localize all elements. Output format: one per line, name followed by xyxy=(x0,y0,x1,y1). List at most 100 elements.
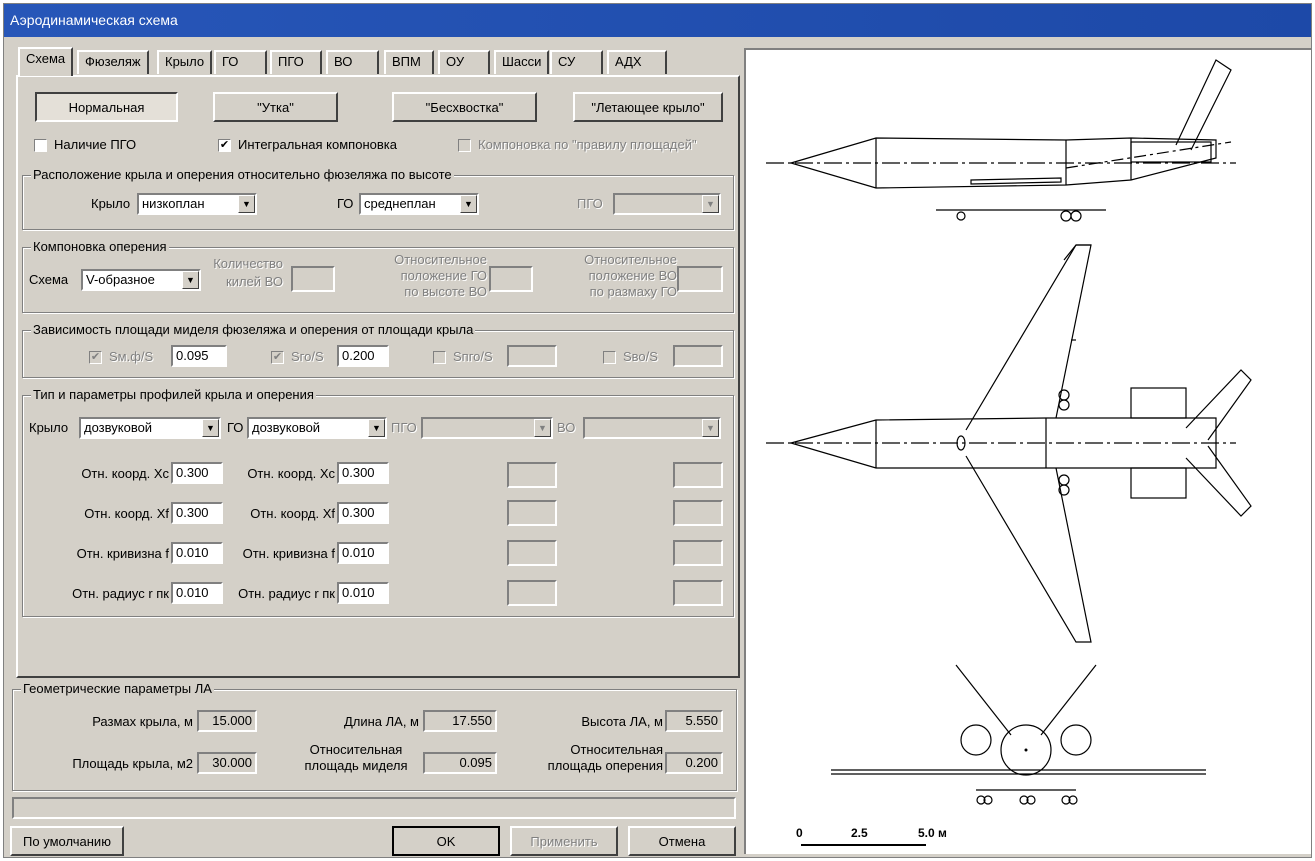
area-mf-label: Sм.ф/S xyxy=(109,349,154,364)
area-vo-checkbox[interactable] xyxy=(603,351,616,364)
tab-vpm[interactable]: ВПМ xyxy=(384,50,434,74)
tab-panel: Нормальная "Утка" "Бесхвостка" "Летающее… xyxy=(16,75,740,678)
normal-scheme-button[interactable]: Нормальная xyxy=(35,92,178,122)
mid-area-label-2: площадь миделя xyxy=(304,758,408,773)
profiles-group-title: Тип и параметры профилей крыла и оперени… xyxy=(31,387,316,402)
flying-wing-scheme-button[interactable]: "Летающее крыло" xyxy=(573,92,723,122)
tail-scheme-label: Схема xyxy=(29,272,69,287)
tab-pgo[interactable]: ПГО xyxy=(270,50,322,74)
row4-input2[interactable]: 0.010 xyxy=(337,582,389,604)
row4-pgo-input[interactable] xyxy=(507,580,557,606)
fins-count-input[interactable] xyxy=(291,266,335,292)
row2-input2[interactable]: 0.300 xyxy=(337,502,389,524)
row3-input1[interactable]: 0.010 xyxy=(171,542,223,564)
rel-vo-label-3: по размаху ГО xyxy=(589,284,677,299)
row3-pgo-input[interactable] xyxy=(507,540,557,566)
area-go-checkbox[interactable]: ✔ xyxy=(271,351,284,364)
height-label: Высота ЛА, м xyxy=(581,714,663,729)
rel-vo-label-2: положение ВО xyxy=(588,268,677,283)
area-mf-checkbox[interactable]: ✔ xyxy=(89,351,102,364)
profile-pgo-select[interactable]: ▼ xyxy=(421,417,553,439)
row4-label1: Отн. радиус r пк xyxy=(72,586,169,601)
chevron-down-icon[interactable]: ▼ xyxy=(368,419,385,437)
window-title: Аэродинамическая схема xyxy=(4,4,1311,37)
row2-label2: Отн. коорд. Xf xyxy=(250,506,335,521)
scale-tick-2: 5.0 м xyxy=(918,826,947,840)
tab-su[interactable]: СУ xyxy=(550,50,603,74)
profile-vo-select[interactable]: ▼ xyxy=(583,417,721,439)
area-pgo-checkbox[interactable] xyxy=(433,351,446,364)
tail-scheme-select[interactable]: V-образное ▼ xyxy=(81,269,201,291)
row1-input2[interactable]: 0.300 xyxy=(337,462,389,484)
tab-adh[interactable]: АДХ xyxy=(607,50,667,74)
row2-vo-input[interactable] xyxy=(673,500,723,526)
chevron-down-icon[interactable]: ▼ xyxy=(202,419,219,437)
row2-label1: Отн. коорд. Xf xyxy=(84,506,169,521)
tab-scheme[interactable]: Схема xyxy=(18,47,74,76)
chevron-down-icon[interactable]: ▼ xyxy=(534,419,551,437)
tailless-scheme-button[interactable]: "Бесхвостка" xyxy=(392,92,537,122)
row4-vo-input[interactable] xyxy=(673,580,723,606)
canard-scheme-button[interactable]: "Утка" xyxy=(213,92,338,122)
tab-vo[interactable]: ВО xyxy=(326,50,379,74)
chevron-down-icon[interactable]: ▼ xyxy=(702,419,719,437)
rel-vo-label-1: Относительное xyxy=(584,252,677,267)
tail-area-label-1: Относительная xyxy=(570,742,663,757)
area-vo-label: Sво/S xyxy=(623,349,658,364)
row1-vo-input[interactable] xyxy=(673,462,723,488)
row3-input2[interactable]: 0.010 xyxy=(337,542,389,564)
tab-ou[interactable]: ОУ xyxy=(438,50,490,74)
fins-count-label-2: килей ВО xyxy=(226,274,283,289)
ok-button[interactable]: OK xyxy=(392,826,500,856)
defaults-button[interactable]: По умолчанию xyxy=(10,826,124,856)
length-value: 17.550 xyxy=(423,710,497,732)
pgo-checkbox[interactable] xyxy=(34,139,47,152)
scale-tick-1: 2.5 xyxy=(851,826,868,840)
area-pgo-input[interactable] xyxy=(507,345,557,367)
chevron-down-icon[interactable]: ▼ xyxy=(238,195,255,213)
geometry-group-title: Геометрические параметры ЛА xyxy=(21,681,214,696)
row4-label2: Отн. радиус r пк xyxy=(238,586,335,601)
tab-go[interactable]: ГО xyxy=(214,50,267,74)
apply-button[interactable]: Применить xyxy=(510,826,618,856)
area-mf-input[interactable]: 0.095 xyxy=(171,345,227,367)
wing-area-value: 30.000 xyxy=(197,752,257,774)
area-group-title: Зависимость площади миделя фюзеляжа и оп… xyxy=(31,322,476,337)
area-rule-checkbox[interactable] xyxy=(458,139,471,152)
rel-vo-input[interactable] xyxy=(677,266,723,292)
go-height-select[interactable]: среднеплан ▼ xyxy=(359,193,479,215)
row4-input1[interactable]: 0.010 xyxy=(171,582,223,604)
scale-tick-0: 0 xyxy=(796,826,803,840)
area-go-input[interactable]: 0.200 xyxy=(337,345,389,367)
wing-height-select[interactable]: низкоплан ▼ xyxy=(137,193,257,215)
chevron-down-icon[interactable]: ▼ xyxy=(702,195,719,213)
row2-pgo-input[interactable] xyxy=(507,500,557,526)
chevron-down-icon[interactable]: ▼ xyxy=(460,195,477,213)
row1-input1[interactable]: 0.300 xyxy=(171,462,223,484)
front-view xyxy=(831,664,1206,805)
fins-count-label-1: Количество xyxy=(213,256,283,271)
plan-view xyxy=(766,244,1252,643)
row2-input1[interactable]: 0.300 xyxy=(171,502,223,524)
dialog-window: Аэродинамическая схема Схема Фюзеляж Кры… xyxy=(3,3,1312,858)
row1-pgo-input[interactable] xyxy=(507,462,557,488)
chevron-down-icon[interactable]: ▼ xyxy=(182,271,199,289)
rel-go-input[interactable] xyxy=(489,266,533,292)
profile-wing-select[interactable]: дозвуковой ▼ xyxy=(79,417,221,439)
rel-go-label-3: по высоте ВО xyxy=(404,284,487,299)
area-pgo-label: Sпго/S xyxy=(453,349,493,364)
pgo-checkbox-label: Наличие ПГО xyxy=(54,137,137,152)
area-group: Зависимость площади миделя фюзеляжа и оп… xyxy=(22,322,734,378)
rel-go-label-1: Относительное xyxy=(394,252,487,267)
placement-group: Расположение крыла и оперения относитель… xyxy=(22,167,734,230)
tab-fuselage[interactable]: Фюзеляж xyxy=(77,50,149,74)
placement-group-title: Расположение крыла и оперения относитель… xyxy=(31,167,454,182)
area-vo-input[interactable] xyxy=(673,345,723,367)
integral-checkbox[interactable]: ✔ xyxy=(218,139,231,152)
tab-wing[interactable]: Крыло xyxy=(157,50,213,74)
cancel-button[interactable]: Отмена xyxy=(628,826,736,856)
pgo-height-select[interactable]: ▼ xyxy=(613,193,721,215)
profile-go-select[interactable]: дозвуковой ▼ xyxy=(247,417,387,439)
row3-vo-input[interactable] xyxy=(673,540,723,566)
tab-gear[interactable]: Шасси xyxy=(494,50,550,74)
